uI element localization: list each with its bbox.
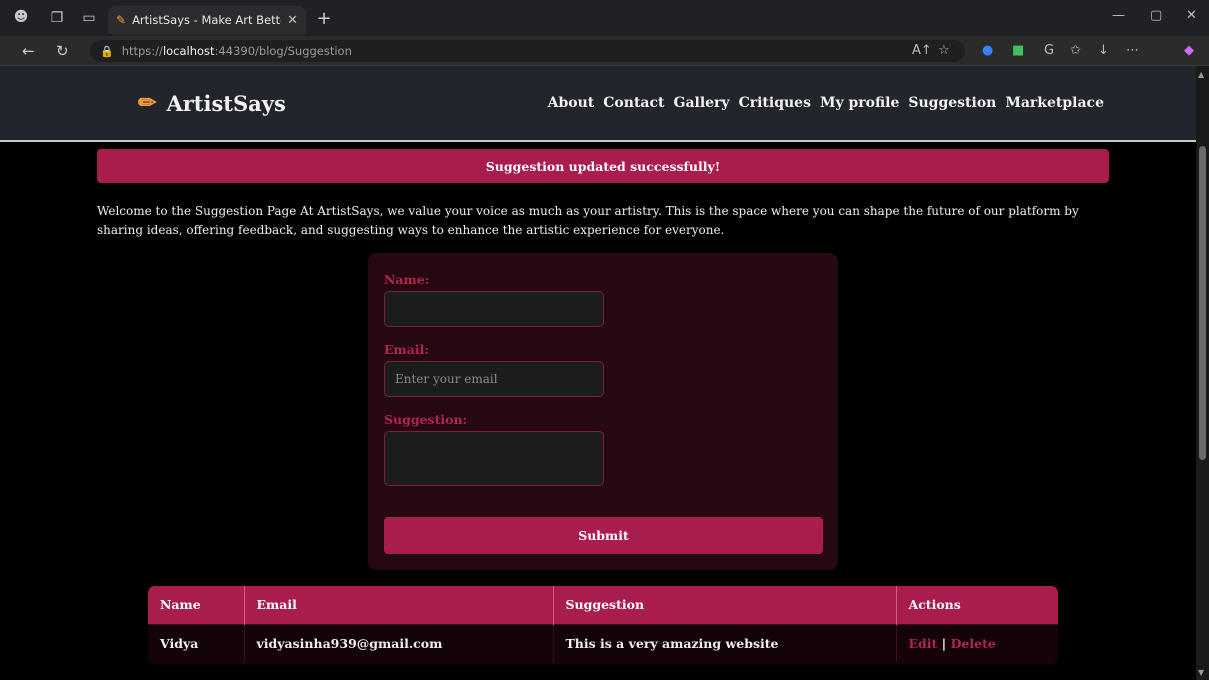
url-field[interactable]: 🔒 https://localhost:44390/blog/Suggestio… bbox=[90, 40, 965, 62]
col-suggestion-header: Suggestion bbox=[553, 586, 897, 624]
success-alert: Suggestion updated successfully! bbox=[97, 149, 1109, 183]
back-icon[interactable]: ← bbox=[22, 42, 35, 60]
more-icon[interactable]: ⋯ bbox=[1126, 43, 1139, 58]
cell-actions: Edit | Delete bbox=[896, 623, 1058, 662]
suggestions-table: Name Email Suggestion Actions Vidya vidy… bbox=[148, 586, 1058, 664]
url-path: :44390/blog/Suggestion bbox=[214, 44, 352, 58]
close-window-icon[interactable]: ✕ bbox=[1186, 8, 1197, 23]
brand-name: ArtistSays bbox=[166, 90, 286, 116]
profile-avatar-icon[interactable]: ☻ bbox=[10, 6, 32, 28]
nav-contact[interactable]: Contact bbox=[603, 95, 664, 111]
page-scrollbar[interactable]: ▲ ▼ bbox=[1196, 66, 1209, 680]
scroll-down-icon[interactable]: ▼ bbox=[1198, 668, 1204, 677]
nav-marketplace[interactable]: Marketplace bbox=[1005, 95, 1104, 111]
table-header-row: Name Email Suggestion Actions bbox=[148, 586, 1058, 624]
downloads-icon[interactable]: ↓ bbox=[1098, 43, 1109, 58]
tab-title: ArtistSays - Make Art Better bbox=[132, 13, 282, 27]
main-nav: About Contact Gallery Critiques My profi… bbox=[548, 95, 1104, 111]
action-separator: | bbox=[941, 635, 947, 651]
lock-icon: 🔒 bbox=[100, 44, 114, 58]
minimize-icon[interactable]: — bbox=[1112, 8, 1125, 23]
col-name-header: Name bbox=[148, 586, 245, 624]
brand-logo[interactable]: ✏ ArtistSays bbox=[138, 90, 286, 116]
nav-my-profile[interactable]: My profile bbox=[820, 95, 899, 111]
page-viewport: ✏ ArtistSays About Contact Gallery Criti… bbox=[0, 66, 1196, 680]
cell-email: vidyasinha939@gmail.com bbox=[244, 623, 554, 662]
new-tab-button[interactable]: + bbox=[312, 6, 336, 30]
suggestion-label: Suggestion: bbox=[384, 412, 468, 427]
name-label: Name: bbox=[384, 272, 430, 287]
browser-tab[interactable]: ✎ ArtistSays - Make Art Better ✕ bbox=[108, 6, 306, 34]
restore-icon[interactable]: ▢ bbox=[1150, 8, 1162, 23]
workspaces-icon[interactable]: ❐ bbox=[46, 7, 68, 29]
refresh-icon[interactable]: ↻ bbox=[56, 42, 69, 60]
browser-tab-bar: ☻ ❐ ▭ ✎ ArtistSays - Make Art Better ✕ +… bbox=[0, 0, 1209, 36]
email-label: Email: bbox=[384, 342, 429, 357]
extension-icon[interactable]: ● bbox=[982, 43, 993, 58]
email-input[interactable] bbox=[384, 361, 604, 397]
pencil-icon: ✏ bbox=[138, 90, 157, 116]
scroll-thumb[interactable] bbox=[1199, 146, 1206, 460]
tab-favicon-icon: ✎ bbox=[116, 13, 127, 27]
site-header: ✏ ArtistSays About Contact Gallery Criti… bbox=[0, 66, 1196, 142]
name-input[interactable] bbox=[384, 291, 604, 327]
extension-icon[interactable]: ■ bbox=[1012, 43, 1024, 58]
col-email-header: Email bbox=[244, 586, 554, 624]
cell-name: Vidya bbox=[148, 623, 245, 662]
tab-close-icon[interactable]: ✕ bbox=[287, 13, 298, 28]
suggestion-form: Name: Email: Suggestion: Submit bbox=[368, 253, 838, 570]
nav-suggestion[interactable]: Suggestion bbox=[908, 95, 996, 111]
nav-gallery[interactable]: Gallery bbox=[673, 95, 729, 111]
submit-button[interactable]: Submit bbox=[384, 517, 823, 554]
read-aloud-icon[interactable]: A↑ bbox=[912, 43, 932, 58]
nav-critiques[interactable]: Critiques bbox=[739, 95, 811, 111]
table-row: Vidya vidyasinha939@gmail.com This is a … bbox=[148, 623, 1058, 662]
browser-address-bar: ← ↻ 🔒 https://localhost:44390/blog/Sugge… bbox=[0, 36, 1209, 66]
favorites-icon[interactable]: ✩ bbox=[1070, 43, 1081, 58]
suggestion-textarea[interactable] bbox=[384, 431, 604, 486]
url-prefix: https:// bbox=[121, 44, 163, 58]
intro-text: Welcome to the Suggestion Page At Artist… bbox=[97, 204, 1079, 237]
favorite-star-icon[interactable]: ☆ bbox=[938, 43, 950, 58]
url-host: localhost bbox=[162, 44, 215, 58]
edit-link[interactable]: Edit bbox=[909, 636, 938, 651]
copilot-icon[interactable]: ◆ bbox=[1184, 43, 1194, 58]
cell-suggestion: This is a very amazing website bbox=[553, 623, 897, 662]
delete-link[interactable]: Delete bbox=[951, 636, 996, 651]
scroll-up-icon[interactable]: ▲ bbox=[1198, 70, 1204, 79]
extension-icon[interactable]: G bbox=[1044, 43, 1054, 58]
nav-about[interactable]: About bbox=[548, 95, 595, 111]
col-actions-header: Actions bbox=[896, 586, 1058, 624]
tab-actions-icon[interactable]: ▭ bbox=[78, 7, 100, 29]
